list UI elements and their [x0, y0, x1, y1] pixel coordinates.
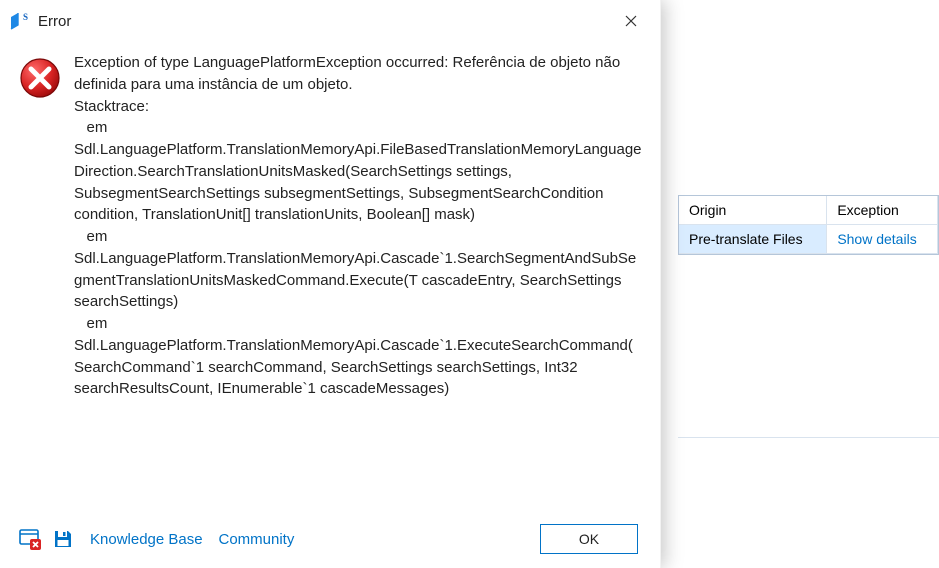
community-link[interactable]: Community	[218, 531, 294, 548]
save-icon[interactable]	[52, 528, 76, 550]
error-message: Exception of type LanguagePlatformExcept…	[74, 52, 642, 510]
background-divider	[678, 437, 939, 438]
error-dialog: S Error	[0, 0, 661, 568]
col-origin: Origin	[679, 196, 827, 225]
titlebar: S Error	[0, 0, 660, 42]
cell-origin: Pre-translate Files	[679, 225, 827, 254]
show-details-link[interactable]: Show details	[837, 231, 916, 247]
svg-text:S: S	[23, 12, 28, 22]
background-task-table: Origin Exception Pre-translate Files Sho…	[678, 195, 939, 255]
close-button[interactable]	[614, 6, 648, 36]
table-row[interactable]: Pre-translate Files Show details	[679, 225, 938, 254]
col-exception: Exception	[827, 196, 938, 225]
export-error-icon[interactable]	[18, 528, 42, 550]
app-icon: S	[10, 11, 30, 31]
ok-button[interactable]: OK	[540, 524, 638, 554]
error-icon	[18, 87, 62, 103]
dialog-footer: Knowledge Base Community OK	[0, 510, 660, 568]
dialog-title: Error	[38, 13, 71, 30]
knowledge-base-link[interactable]: Knowledge Base	[90, 531, 203, 548]
